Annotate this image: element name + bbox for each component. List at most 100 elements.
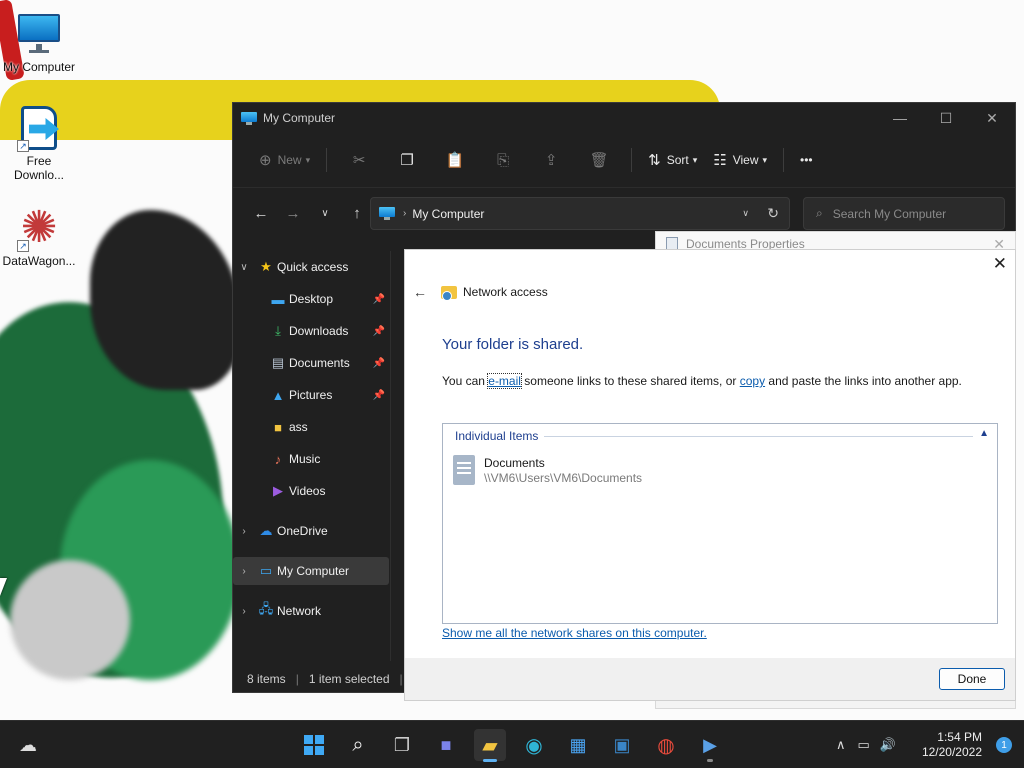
close-button[interactable]: ✕ [993, 254, 1007, 274]
plus-circle-icon: ⊕ [259, 152, 272, 169]
view-button[interactable]: ☷ View ▾ [705, 144, 775, 176]
nav-item-label: ass [289, 420, 308, 434]
address-bar[interactable]: › My Computer ∨ ↻ [370, 197, 790, 230]
chevron-up-icon[interactable]: ▲ [979, 428, 989, 439]
recent-locations-button[interactable]: ∨ [309, 197, 341, 229]
dialog-header: ← Network access [413, 284, 548, 301]
maximize-button[interactable]: ☐ [923, 103, 969, 133]
scissors-icon: ✂ [352, 152, 366, 169]
clock[interactable]: 1:54 PM 12/20/2022 [922, 730, 982, 760]
new-button[interactable]: ⊕ New ▾ [251, 144, 318, 176]
forward-button[interactable]: → [277, 197, 309, 229]
network-status-icon[interactable]: ▭ [858, 737, 870, 753]
desktop-icon-my-computer[interactable]: My Computer [0, 10, 78, 74]
nav-item-label: Quick access [277, 260, 349, 274]
monitor-icon [241, 111, 257, 125]
chrome-icon[interactable]: ◍ [650, 729, 682, 761]
nav-item-network[interactable]: › 🖧 Network [233, 597, 389, 625]
paste-button[interactable]: 📋 [431, 144, 479, 176]
arrow-up-icon: ↑ [353, 204, 361, 222]
chevron-up-icon[interactable]: ∧ [836, 737, 846, 753]
done-button[interactable]: Done [939, 668, 1005, 690]
nav-item-desktop[interactable]: ▬ Desktop 📌 [233, 285, 389, 313]
copy-link[interactable]: copy [740, 374, 765, 388]
pictures-icon: ▲ [271, 387, 285, 403]
sort-button[interactable]: ⇅ Sort ▾ [640, 144, 705, 176]
pane-divider[interactable] [390, 251, 391, 661]
share-button[interactable]: ⇪ [527, 144, 575, 176]
clipboard-icon: 📋 [445, 152, 465, 169]
chevron-down-icon: ▾ [305, 154, 311, 165]
start-icon[interactable] [298, 729, 330, 761]
copy-icon: ❐ [400, 152, 414, 169]
desc-text: someone links to these shared items, or [520, 374, 740, 388]
chevron-down-icon: ∨ [240, 261, 248, 273]
rename-button[interactable]: ⎘ [479, 144, 527, 176]
search-icon: ⌕ [816, 206, 823, 220]
more-options-button[interactable]: ••• [792, 144, 821, 176]
refresh-icon[interactable]: ↻ [767, 205, 779, 222]
file-explorer-icon[interactable]: ▰ [474, 729, 506, 762]
back-button[interactable]: ← [245, 197, 277, 229]
weather-icon[interactable]: ☁ [12, 729, 44, 761]
group-header[interactable]: Individual Items [455, 429, 545, 443]
nav-item-label: Network [277, 604, 322, 618]
copy-button[interactable]: ❐ [383, 144, 431, 176]
nav-item-label: OneDrive [277, 524, 328, 538]
music-icon: ♪ [274, 451, 282, 467]
chevron-right-icon: › [403, 208, 407, 219]
chevron-down-icon[interactable]: ∨ [742, 208, 749, 219]
chat-icon[interactable]: ■ [430, 729, 462, 761]
nav-item-label: My Computer [277, 564, 350, 578]
nav-item-videos[interactable]: ▶ Videos [233, 477, 389, 505]
powershell-icon[interactable]: ▶ [694, 729, 726, 762]
delete-button[interactable]: 🗑 [575, 144, 623, 176]
task-view-icon[interactable]: ❐ [386, 729, 418, 761]
email-link[interactable]: e-mail [487, 373, 522, 389]
nav-item-downloads[interactable]: ⤓ Downloads 📌 [233, 317, 389, 345]
arrow-right-icon: → [285, 204, 301, 222]
cut-button[interactable]: ✂ [335, 144, 383, 176]
app-icon[interactable]: ▣ [606, 729, 638, 761]
nav-item-ass[interactable]: ■ ass [233, 413, 389, 441]
show-network-shares-link[interactable]: Show me all the network shares on this c… [442, 626, 707, 640]
shared-item-name[interactable]: Documents [484, 456, 545, 470]
breadcrumb[interactable]: My Computer [412, 207, 484, 221]
desc-text: and paste the links into another app. [765, 374, 962, 388]
new-label: New [277, 153, 302, 167]
nav-item-onedrive[interactable]: › ☁ OneDrive [233, 517, 389, 545]
desktop-icon-label: My Computer [2, 60, 76, 74]
desktop-icon-free-download-manager[interactable]: ↗ Free Downlo... [0, 104, 78, 182]
volume-icon[interactable]: 🔊 [880, 737, 896, 753]
up-button[interactable]: ↑ [341, 197, 373, 229]
monitor-icon [379, 207, 395, 220]
store-icon[interactable]: ▦ [562, 729, 594, 761]
close-button[interactable]: ✕ [969, 103, 1015, 133]
minimize-button[interactable]: — [877, 103, 923, 133]
nav-item-pictures[interactable]: ▲ Pictures 📌 [233, 381, 389, 409]
back-arrow-icon[interactable]: ← [413, 284, 427, 300]
search-icon[interactable]: ⌕ [342, 729, 374, 761]
nav-item-music[interactable]: ♪ Music [233, 445, 389, 473]
nav-item-quick-access[interactable]: ∨ ★ Quick access [233, 253, 389, 281]
chevron-down-icon: ∨ [321, 207, 329, 219]
search-input[interactable]: ⌕ Search My Computer [803, 197, 1005, 230]
command-bar: ⊕ New ▾ ✂ ❐ 📋 ⎘ ⇪ 🗑 ⇅ Sort ▾ ☷ View ▾ ••… [233, 133, 1015, 188]
nav-item-documents[interactable]: ▤ Documents 📌 [233, 349, 389, 377]
desktop-icon-datawagon[interactable]: ✺ ↗ DataWagon... [0, 204, 78, 269]
edge-icon[interactable]: ◉ [518, 729, 550, 761]
free-download-manager-icon: ↗ [15, 104, 63, 152]
title-bar[interactable]: My Computer — ☐ ✕ [233, 103, 1015, 133]
arrow-left-icon: ← [253, 204, 269, 222]
chevron-right-icon: › [242, 565, 246, 577]
chevron-right-icon: › [242, 605, 246, 617]
monitor-icon [15, 10, 63, 58]
notification-badge[interactable]: 1 [996, 737, 1012, 753]
mouse-cursor [0, 578, 7, 596]
nav-item-my-computer[interactable]: › ▭ My Computer [233, 557, 389, 585]
desktop-icon-label: DataWagon... [2, 254, 76, 268]
network-access-dialog: ✕ ← Network access Your folder is shared… [404, 249, 1016, 701]
rename-icon: ⎘ [497, 151, 510, 169]
trash-icon: 🗑 [589, 152, 609, 169]
pin-icon: 📌 [372, 357, 385, 369]
